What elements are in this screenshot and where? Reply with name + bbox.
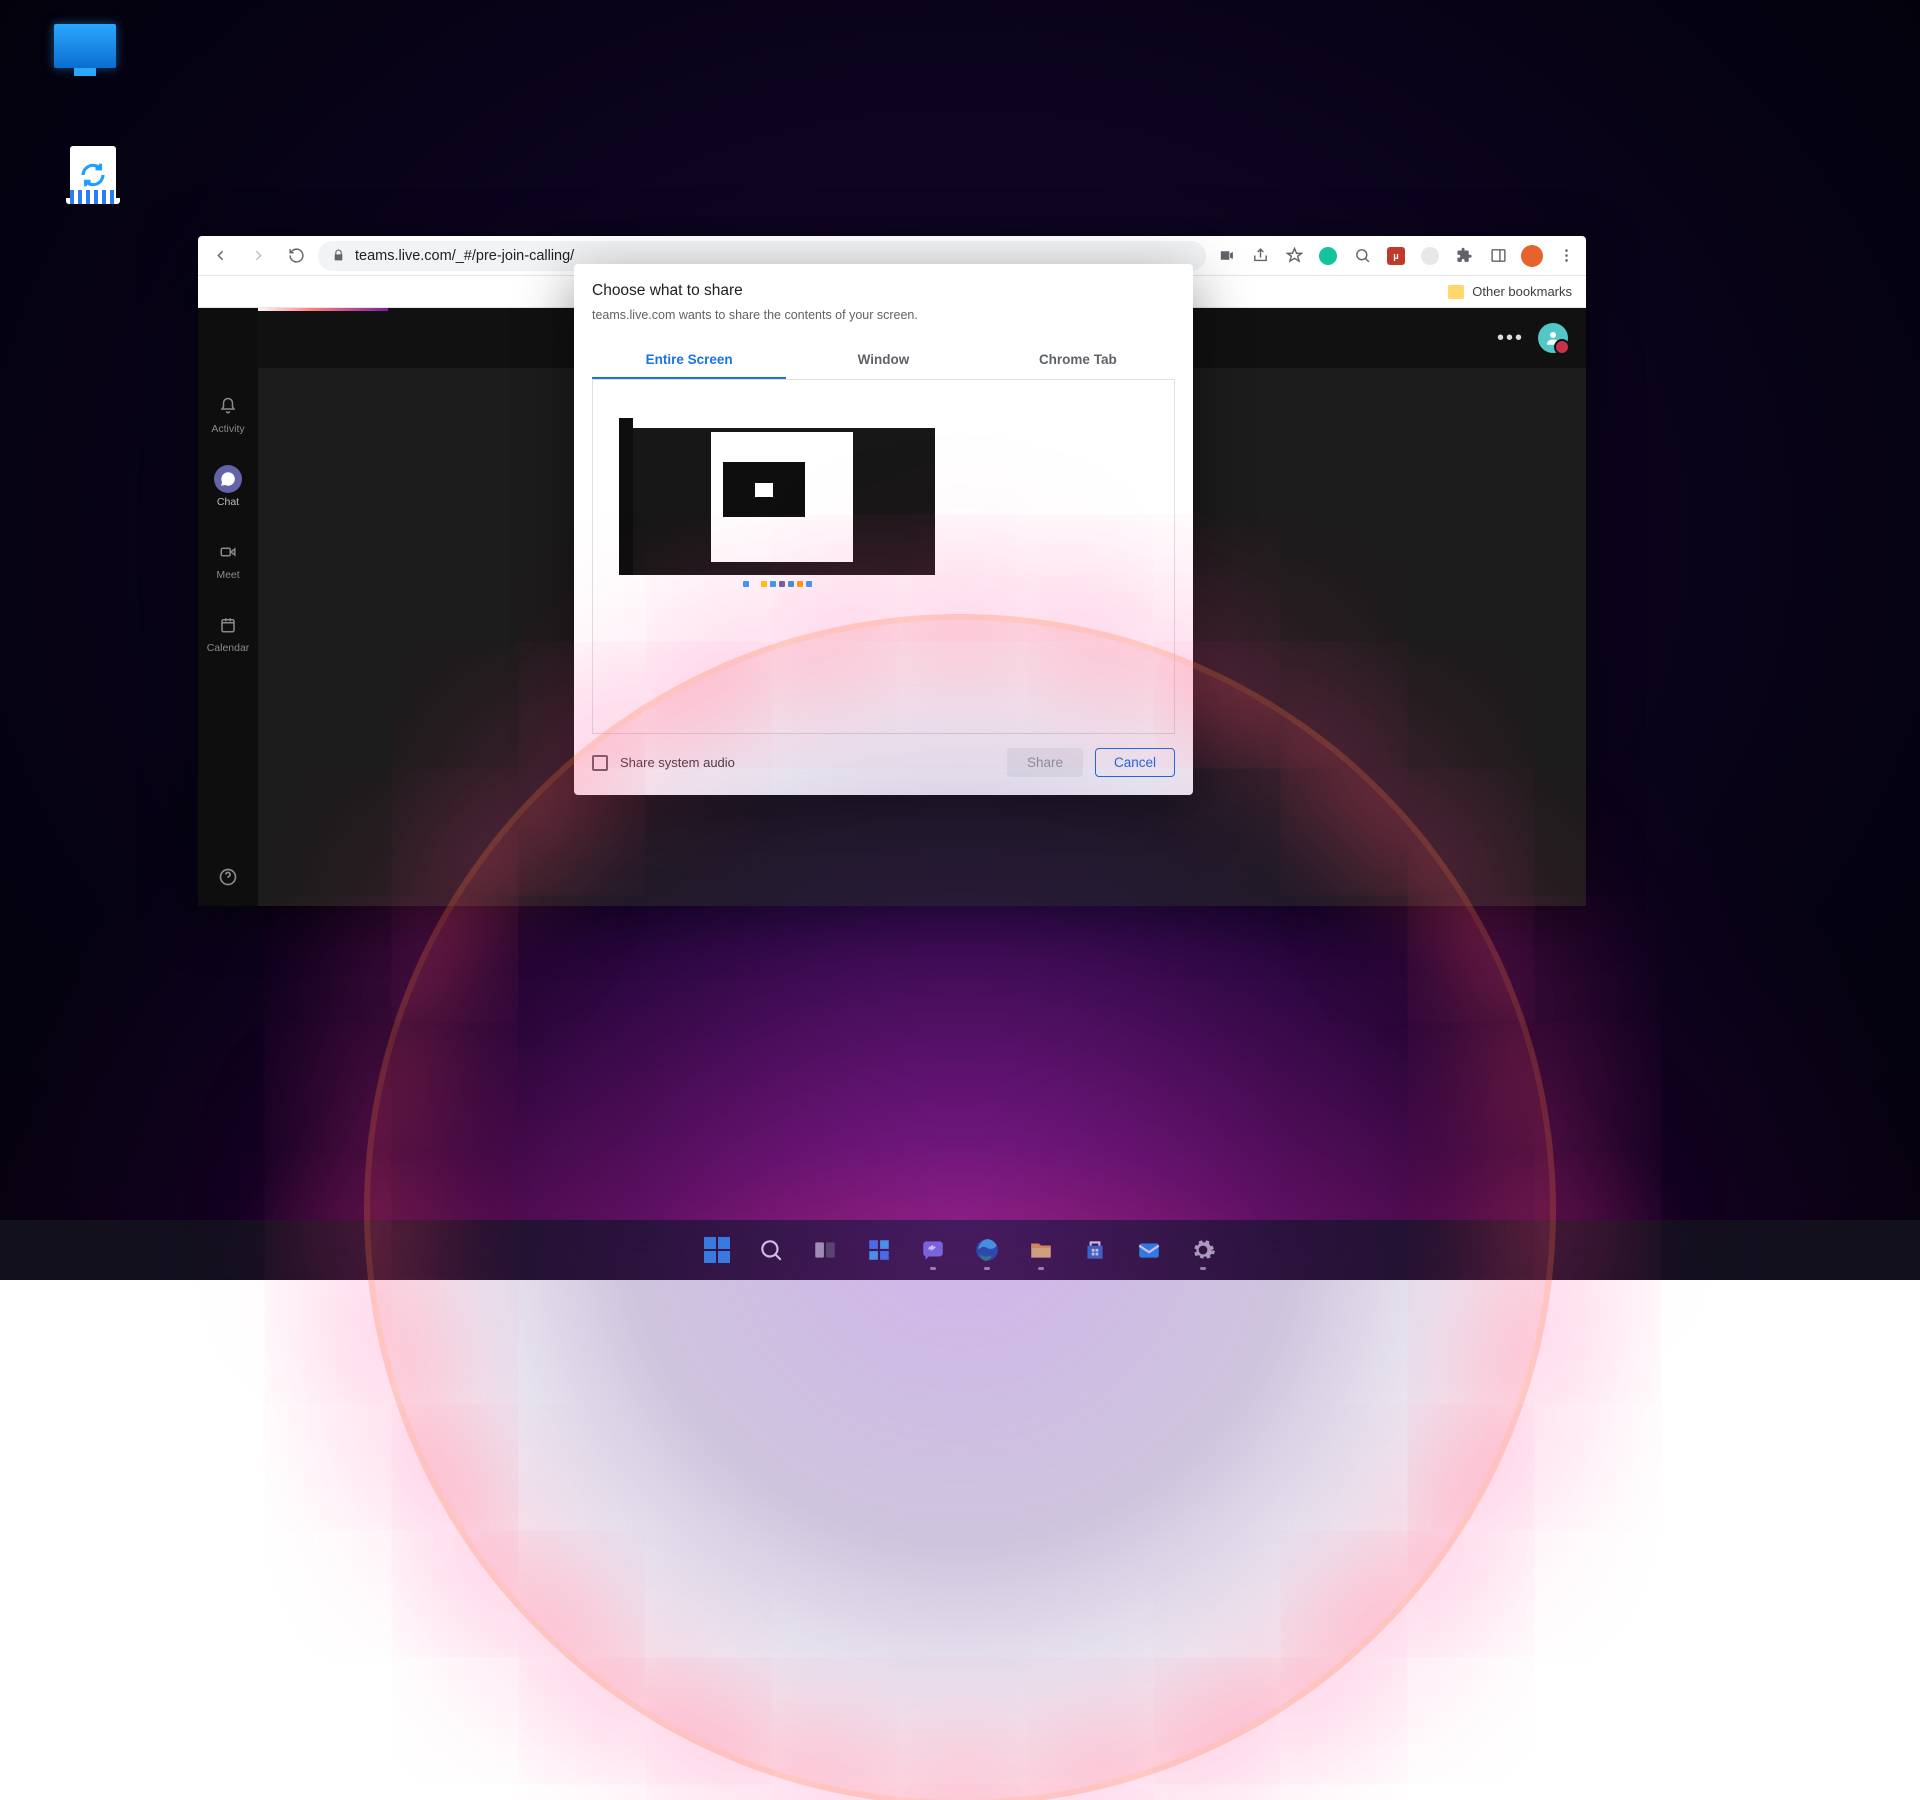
folder-icon [1028,1237,1054,1263]
rail-meet[interactable]: Meet [198,532,258,587]
rail-label: Calendar [207,642,250,654]
camera-indicator-icon[interactable] [1212,242,1240,270]
extension-search-icon[interactable] [1348,242,1376,270]
start-button[interactable] [695,1228,739,1272]
dialog-body [592,380,1175,734]
rail-help[interactable] [218,867,238,892]
rail-label: Activity [211,423,244,435]
windows-taskbar [0,1220,1920,1280]
tab-entire-screen[interactable]: Entire Screen [592,342,786,379]
recycle-bin-icon[interactable] [38,146,148,204]
store-icon [1082,1237,1108,1263]
share-audio-label: Share system audio [620,755,735,770]
bell-icon [219,397,237,415]
this-pc-icon[interactable] [30,24,140,68]
search-icon [758,1237,784,1263]
tab-chrome-tab[interactable]: Chrome Tab [981,342,1175,379]
reload-button[interactable] [280,240,312,272]
profile-avatar-icon[interactable] [1518,242,1546,270]
forward-button[interactable] [242,240,274,272]
gear-icon [1190,1237,1216,1263]
widgets-button[interactable] [857,1228,901,1272]
screen-share-dialog: Choose what to share teams.live.com want… [574,264,1193,795]
share-page-icon[interactable] [1246,242,1274,270]
rail-label: Meet [216,569,239,581]
extension-grammarly-icon[interactable] [1314,242,1342,270]
cancel-button[interactable]: Cancel [1095,748,1175,777]
screen-thumbnail[interactable] [611,410,943,593]
chat-bubble-icon [920,1237,946,1263]
other-bookmarks-folder[interactable]: Other bookmarks [1472,284,1572,299]
calendar-icon [219,616,237,634]
tab-window[interactable]: Window [786,342,980,379]
task-view-button[interactable] [803,1228,847,1272]
side-panel-icon[interactable] [1484,242,1512,270]
url-text: teams.live.com/_#/pre-join-calling/ [355,248,574,264]
recycle-arrows-icon [78,160,108,190]
chrome-menu-icon[interactable] [1552,242,1580,270]
taskbar-settings[interactable] [1181,1228,1225,1272]
teams-nav-rail: Activity Chat Meet Calendar [198,308,258,906]
dialog-title: Choose what to share [592,282,1175,300]
mail-icon [1136,1237,1162,1263]
extension-adblock-icon[interactable]: μ [1382,242,1410,270]
user-avatar[interactable] [1538,323,1568,353]
task-view-icon [812,1237,838,1263]
back-button[interactable] [204,240,236,272]
dialog-subtitle: teams.live.com wants to share the conten… [592,308,1175,322]
taskbar-chat[interactable] [911,1228,955,1272]
desktop-wallpaper: teams.live.com/_#/pre-join-calling/ μ Ot… [0,0,1920,1280]
folder-icon [1448,285,1464,299]
star-bookmark-icon[interactable] [1280,242,1308,270]
share-audio-checkbox[interactable] [592,755,608,771]
lock-icon [332,249,345,262]
rail-calendar[interactable]: Calendar [198,605,258,660]
chat-icon [219,470,237,488]
share-button[interactable]: Share [1007,748,1083,777]
extensions-puzzle-icon[interactable] [1450,242,1478,270]
more-options-icon[interactable]: ••• [1497,327,1524,350]
edge-icon [974,1237,1000,1263]
dialog-footer: Share system audio Share Cancel [574,734,1193,795]
search-button[interactable] [749,1228,793,1272]
taskbar-mail[interactable] [1127,1228,1171,1272]
video-icon [219,543,237,561]
help-icon [218,867,238,887]
rail-label: Chat [217,496,239,508]
dialog-tabs: Entire Screen Window Chrome Tab [592,342,1175,380]
extension-disabled-icon[interactable] [1416,242,1444,270]
taskbar-edge[interactable] [965,1228,1009,1272]
rail-activity[interactable]: Activity [198,386,258,441]
widgets-icon [866,1237,892,1263]
windows-logo-icon [704,1237,730,1263]
person-icon [1544,329,1562,347]
taskbar-store[interactable] [1073,1228,1117,1272]
rail-chat[interactable]: Chat [198,459,258,514]
taskbar-explorer[interactable] [1019,1228,1063,1272]
